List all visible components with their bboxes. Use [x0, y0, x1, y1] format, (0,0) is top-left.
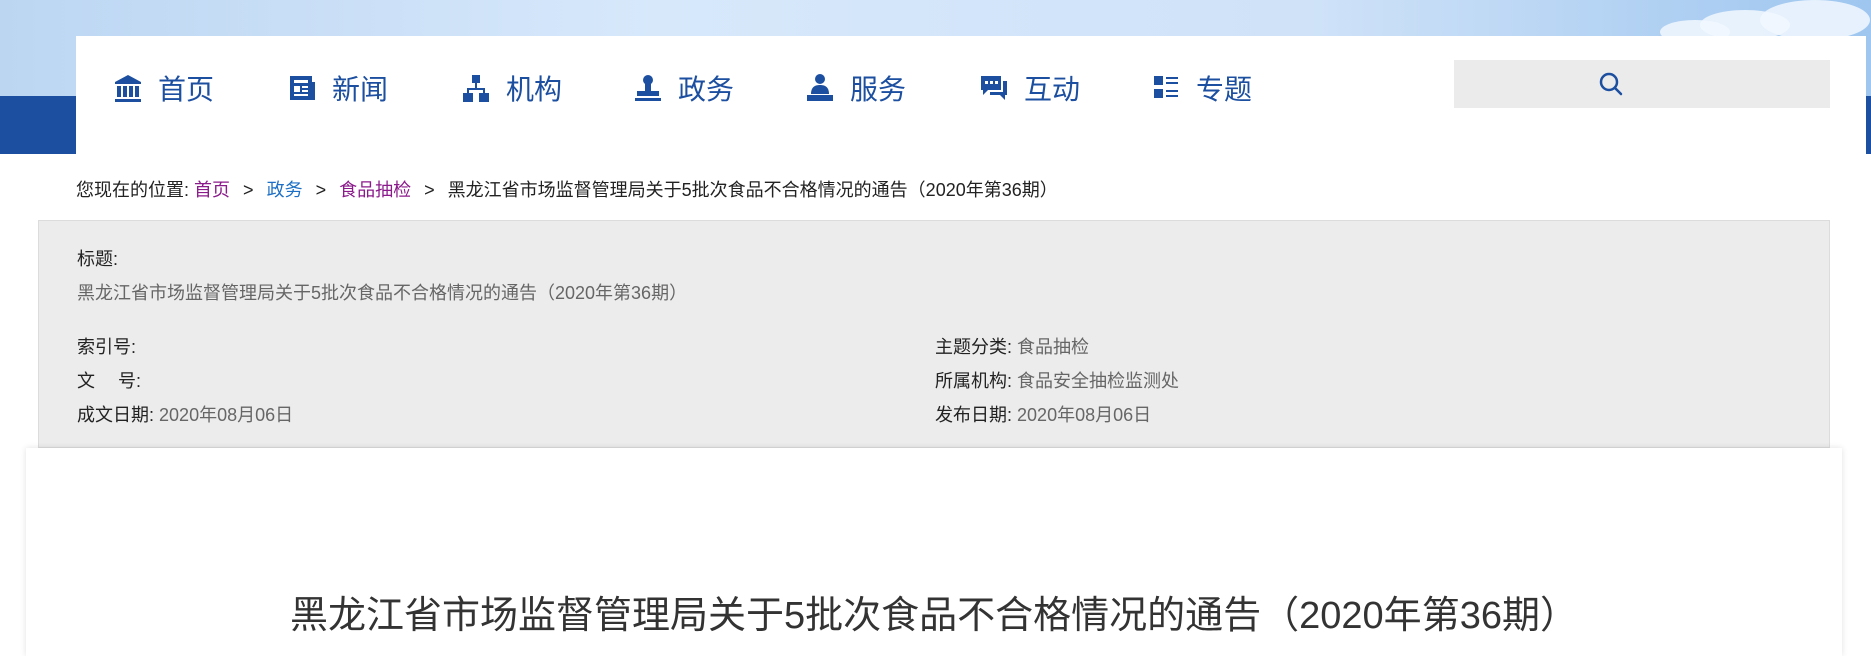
- index-label: 索引号:: [77, 337, 137, 357]
- nav-item-label: 互动: [1024, 74, 1081, 105]
- nav-item-news[interactable]: 新闻: [286, 68, 388, 108]
- nav-item-label: 专题: [1196, 74, 1253, 105]
- nav-item-home[interactable]: 首页: [112, 68, 214, 108]
- nav-item-label: 政务: [678, 74, 735, 105]
- topic-value: 食品抽检: [1017, 337, 1090, 357]
- breadcrumb-link-home[interactable]: 首页: [194, 180, 230, 200]
- organization-label: 所属机构:: [935, 371, 1013, 391]
- breadcrumb-link-food-inspection[interactable]: 食品抽检: [339, 180, 411, 200]
- article-title: 黑龙江省市场监督管理局关于5批次食品不合格情况的通告（2020年第36期）: [290, 595, 1578, 637]
- org-chart-icon: [460, 72, 492, 104]
- search-input[interactable]: [1634, 63, 1818, 105]
- nav-item-label: 机构: [506, 74, 563, 105]
- breadcrumb-separator: >: [424, 180, 435, 200]
- breadcrumb-link-government-affairs[interactable]: 政务: [267, 180, 303, 200]
- breadcrumb-prefix: 您现在的位置:: [76, 180, 190, 200]
- organization-value: 食品安全抽检监测处: [1017, 371, 1180, 391]
- breadcrumb-current: 黑龙江省市场监督管理局关于5批次食品不合格情况的通告（2020年第36期）: [447, 180, 1058, 200]
- nav-item-organizations[interactable]: 机构: [460, 68, 562, 108]
- nav-item-label: 服务: [850, 74, 907, 105]
- nav-item-government-affairs[interactable]: 政务: [632, 68, 734, 108]
- nav-item-services[interactable]: 服务: [804, 68, 906, 108]
- breadcrumb-separator: >: [315, 180, 327, 200]
- breadcrumb: 您现在的位置: 首页 > 政务 > 食品抽检 > 黑龙江省市场监督管理局关于5批…: [76, 176, 1058, 202]
- nav-item-label: 新闻: [332, 74, 389, 105]
- title-label: 标题:: [77, 249, 119, 269]
- written-date-label: 成文日期:: [77, 405, 155, 425]
- stamp-icon: [632, 72, 664, 104]
- topic-label: 主题分类:: [935, 337, 1013, 357]
- topic-list-icon: [1150, 72, 1182, 104]
- title-value: 黑龙江省市场监督管理局关于5批次食品不合格情况的通告（2020年第36期）: [77, 283, 688, 303]
- breadcrumb-separator: >: [243, 180, 254, 200]
- search-icon[interactable]: [1598, 71, 1624, 97]
- publish-date-value: 2020年08月06日: [1017, 405, 1152, 425]
- nav-item-interaction[interactable]: 互动: [978, 68, 1080, 108]
- bank-icon: [112, 72, 144, 104]
- main-nav: 首页 新闻 机构 政务 服务 互动 专题: [76, 36, 1866, 154]
- publish-date-label: 发布日期:: [935, 405, 1013, 425]
- document-metadata-panel: 标题: 黑龙江省市场监督管理局关于5批次食品不合格情况的通告（2020年第36期…: [38, 220, 1830, 448]
- document-number-label: 文 号:: [77, 371, 142, 391]
- service-user-icon: [804, 72, 836, 104]
- chat-icon: [978, 72, 1010, 104]
- nav-item-label: 首页: [158, 74, 215, 105]
- written-date-value: 2020年08月06日: [159, 405, 294, 425]
- article-content: 黑龙江省市场监督管理局关于5批次食品不合格情况的通告（2020年第36期）: [26, 448, 1842, 656]
- nav-item-topics[interactable]: 专题: [1150, 68, 1252, 108]
- search-box: [1454, 60, 1830, 108]
- newspaper-icon: [286, 72, 318, 104]
